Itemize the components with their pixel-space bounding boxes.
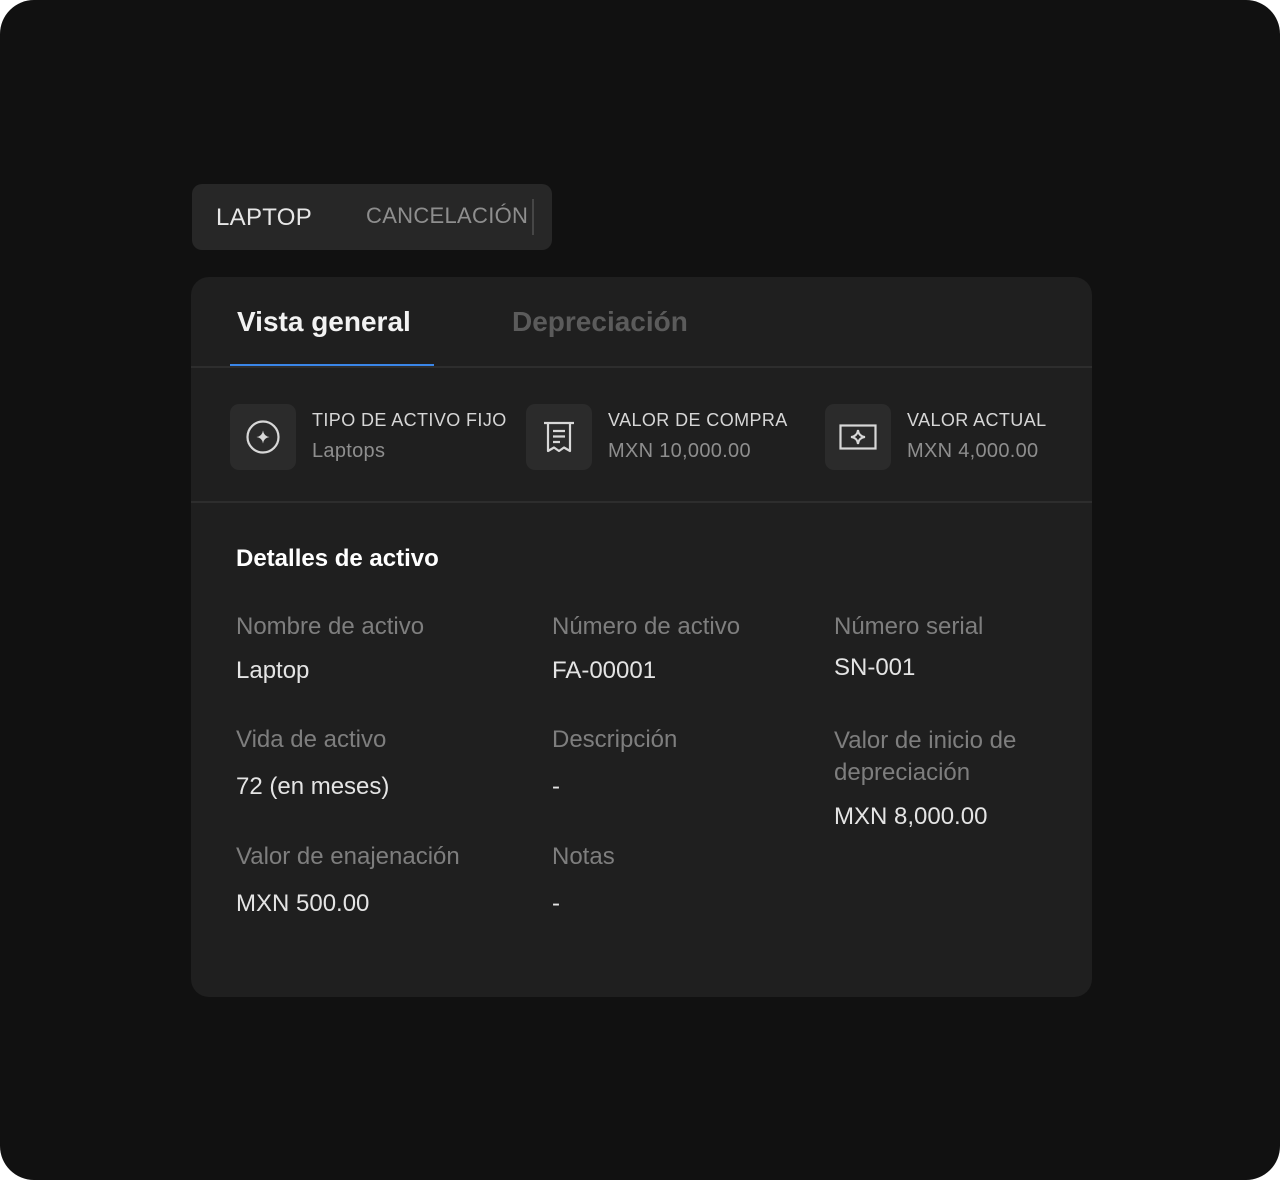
stat-label: VALOR ACTUAL bbox=[907, 410, 1047, 430]
asset-status-badge: CANCELACIÓN bbox=[366, 203, 529, 228]
screen-frame: LAPTOP CANCELACIÓN Vista general Depreci… bbox=[0, 0, 1280, 1180]
stat-value: Laptops bbox=[312, 440, 386, 462]
field-label: Número serial bbox=[834, 613, 984, 640]
field-label: Vida de activo bbox=[236, 726, 387, 753]
field-depreciation-start-value: Valor de inicio de depreciación MXN 8,00… bbox=[834, 725, 1064, 833]
field-asset-name: Nombre de activo Laptop bbox=[236, 611, 424, 687]
tabs-divider bbox=[191, 366, 1092, 368]
field-label: Nombre de activo bbox=[236, 613, 425, 640]
chip-divider bbox=[532, 199, 534, 235]
field-serial-number: Número serial SN-001 bbox=[834, 611, 983, 684]
field-notes: Notas - bbox=[552, 841, 615, 920]
field-label: Valor de inicio de depreciación bbox=[834, 727, 1017, 786]
asset-card: Vista general Depreciación TIPO DE ACTIV… bbox=[191, 277, 1092, 997]
tab-depreciation[interactable]: Depreciación bbox=[512, 277, 688, 367]
field-label: Notas bbox=[552, 843, 615, 870]
stat-label: VALOR DE COMPRA bbox=[608, 410, 788, 430]
stat-label: TIPO DE ACTIVO FIJO bbox=[312, 410, 507, 430]
field-value: MXN 500.00 bbox=[236, 890, 370, 917]
sparkle-circle-icon bbox=[230, 404, 296, 470]
tab-overview[interactable]: Vista general bbox=[237, 277, 411, 367]
banknote-icon bbox=[825, 404, 891, 470]
stat-value: MXN 4,000.00 bbox=[907, 440, 1039, 462]
field-value: SN-001 bbox=[834, 654, 916, 681]
field-asset-number: Número de activo FA-00001 bbox=[552, 611, 740, 687]
section-title: Detalles de activo bbox=[236, 545, 439, 572]
receipt-icon bbox=[526, 404, 592, 470]
field-value: - bbox=[552, 890, 560, 917]
field-disposal-value: Valor de enajenación MXN 500.00 bbox=[236, 841, 460, 920]
field-value: FA-00001 bbox=[552, 657, 657, 684]
field-asset-life: Vida de activo 72 (en meses) bbox=[236, 724, 389, 803]
field-description: Descripción - bbox=[552, 724, 677, 803]
field-value: MXN 8,000.00 bbox=[834, 803, 988, 830]
stats-divider bbox=[191, 501, 1092, 503]
asset-header-chip: LAPTOP CANCELACIÓN bbox=[192, 184, 552, 250]
field-value: 72 (en meses) bbox=[236, 773, 390, 800]
asset-name: LAPTOP bbox=[216, 204, 313, 231]
field-label: Número de activo bbox=[552, 613, 741, 640]
field-value: - bbox=[552, 773, 560, 800]
field-label: Valor de enajenación bbox=[236, 843, 460, 870]
field-label: Descripción bbox=[552, 726, 678, 753]
field-value: Laptop bbox=[236, 657, 310, 684]
stat-value: MXN 10,000.00 bbox=[608, 440, 751, 462]
